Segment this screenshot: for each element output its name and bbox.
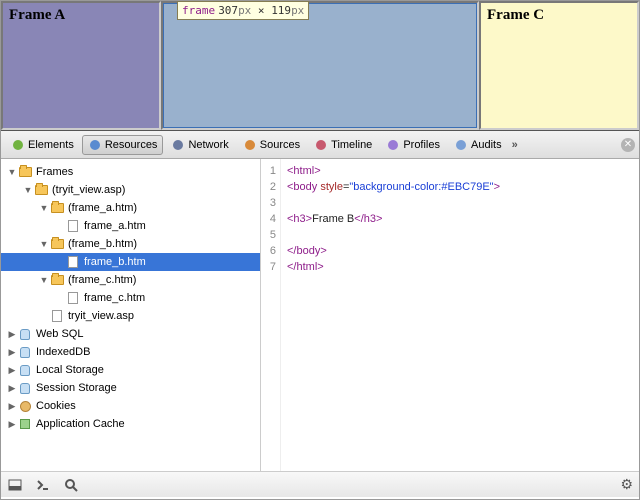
tab-elements[interactable]: Elements: [5, 135, 80, 155]
profiles-icon: [386, 138, 400, 152]
tab-sources[interactable]: Sources: [237, 135, 306, 155]
devtools-toolbar: Elements Resources Network Sources Timeline P…: [1, 131, 639, 159]
disclosure-triangle[interactable]: ▼: [39, 239, 49, 249]
db-icon: [20, 347, 30, 358]
folder-icon: [51, 239, 64, 249]
tree-item-label: (tryit_view.asp): [52, 184, 125, 196]
disclosure-triangle[interactable]: ▶: [7, 383, 17, 394]
tree-item[interactable]: ▼ Frames: [1, 163, 260, 181]
tree-item-label: Session Storage: [36, 382, 117, 394]
tree-item-label: tryit_view.asp: [68, 310, 134, 322]
folder-icon: [19, 167, 32, 177]
tree-item[interactable]: frame_b.htm: [1, 253, 260, 271]
file-icon: [68, 292, 78, 304]
tree-item[interactable]: ▼ (tryit_view.asp): [1, 181, 260, 199]
tab-profiles[interactable]: Profiles: [380, 135, 446, 155]
tree-item-label: Cookies: [36, 400, 76, 412]
frame-c: Frame C: [479, 1, 639, 130]
search-icon[interactable]: [63, 477, 79, 493]
folder-icon: [51, 203, 64, 213]
db-icon: [20, 365, 30, 376]
preview-pane: Frame A frame 307px × 119px Frame C: [1, 1, 639, 131]
resources-icon: [88, 138, 102, 152]
disclosure-triangle[interactable]: ▼: [23, 185, 33, 195]
file-icon: [68, 256, 78, 268]
tab-label: Sources: [260, 139, 300, 151]
frame-c-title: Frame C: [481, 3, 637, 28]
tree-item-label: (frame_b.htm): [68, 238, 137, 250]
status-bar: ⚙: [1, 471, 639, 497]
disclosure-triangle[interactable]: ▶: [7, 347, 17, 358]
cookie-icon: [20, 401, 31, 412]
db-icon: [20, 383, 30, 394]
tree-item-label: (frame_a.htm): [68, 202, 137, 214]
tree-item-label: frame_b.htm: [84, 256, 146, 268]
disclosure-triangle[interactable]: ▼: [39, 275, 49, 285]
db-icon: [20, 329, 30, 340]
tab-label: Audits: [471, 139, 502, 151]
sources-icon: [243, 138, 257, 152]
tab-label: Timeline: [331, 139, 372, 151]
disclosure-triangle[interactable]: ▶: [7, 329, 17, 340]
tree-item[interactable]: ▶ IndexedDB: [1, 343, 260, 361]
tree-item-label: (frame_c.htm): [68, 274, 136, 286]
settings-icon[interactable]: ⚙: [620, 476, 633, 493]
tree-item[interactable]: ▶ Cookies: [1, 397, 260, 415]
folder-icon: [51, 275, 64, 285]
network-icon: [171, 138, 185, 152]
tab-label: Network: [188, 139, 228, 151]
line-gutter: 1234567: [261, 159, 281, 471]
tab-network[interactable]: Network: [165, 135, 234, 155]
resource-tree[interactable]: ▼Frames▼(tryit_view.asp)▼(frame_a.htm)fr…: [1, 159, 261, 471]
tab-label: Resources: [105, 139, 158, 151]
tab-label: Elements: [28, 139, 74, 151]
tree-item-label: Web SQL: [36, 328, 84, 340]
tree-item[interactable]: ▶ Application Cache: [1, 415, 260, 433]
tree-item-label: frame_a.htm: [84, 220, 146, 232]
tree-item[interactable]: ▼ (frame_a.htm): [1, 199, 260, 217]
tree-item[interactable]: ▶ Session Storage: [1, 379, 260, 397]
tab-timeline[interactable]: Timeline: [308, 135, 378, 155]
tree-item[interactable]: frame_a.htm: [1, 217, 260, 235]
tree-item[interactable]: ▼ (frame_b.htm): [1, 235, 260, 253]
tree-item-label: frame_c.htm: [84, 292, 145, 304]
main-area: ▼Frames▼(tryit_view.asp)▼(frame_a.htm)fr…: [1, 159, 639, 471]
tree-item[interactable]: frame_c.htm: [1, 289, 260, 307]
close-icon[interactable]: ✕: [621, 138, 635, 152]
timeline-icon: [314, 138, 328, 152]
tree-item-label: IndexedDB: [36, 346, 90, 358]
console-icon[interactable]: [35, 477, 51, 493]
inspect-tooltip: frame 307px × 119px: [177, 1, 309, 20]
frame-b: frame 307px × 119px: [161, 1, 479, 130]
disclosure-triangle[interactable]: ▶: [7, 365, 17, 376]
dock-icon[interactable]: [7, 477, 23, 493]
tree-item[interactable]: tryit_view.asp: [1, 307, 260, 325]
disclosure-triangle[interactable]: ▶: [7, 401, 17, 412]
overflow-button[interactable]: »: [512, 139, 518, 151]
tree-item[interactable]: ▶ Local Storage: [1, 361, 260, 379]
tree-item-label: Application Cache: [36, 418, 125, 430]
source-code: <html> <body style="background-color:#EB…: [281, 159, 500, 471]
disclosure-triangle[interactable]: ▼: [7, 167, 17, 177]
frame-a: Frame A: [1, 1, 161, 130]
file-icon: [52, 310, 62, 322]
tab-audits[interactable]: Audits: [448, 135, 508, 155]
tree-item[interactable]: ▶ Web SQL: [1, 325, 260, 343]
disclosure-triangle[interactable]: ▶: [7, 419, 17, 430]
cache-icon: [20, 419, 30, 429]
tab-resources[interactable]: Resources: [82, 135, 164, 155]
elements-icon: [11, 138, 25, 152]
folder-icon: [35, 185, 48, 195]
tree-item-label: Local Storage: [36, 364, 104, 376]
source-view: 1234567 <html> <body style="background-c…: [261, 159, 639, 471]
audits-icon: [454, 138, 468, 152]
frame-a-title: Frame A: [3, 3, 159, 28]
tree-item[interactable]: ▼ (frame_c.htm): [1, 271, 260, 289]
tab-label: Profiles: [403, 139, 440, 151]
file-icon: [68, 220, 78, 232]
disclosure-triangle[interactable]: ▼: [39, 203, 49, 213]
tree-item-label: Frames: [36, 166, 73, 178]
